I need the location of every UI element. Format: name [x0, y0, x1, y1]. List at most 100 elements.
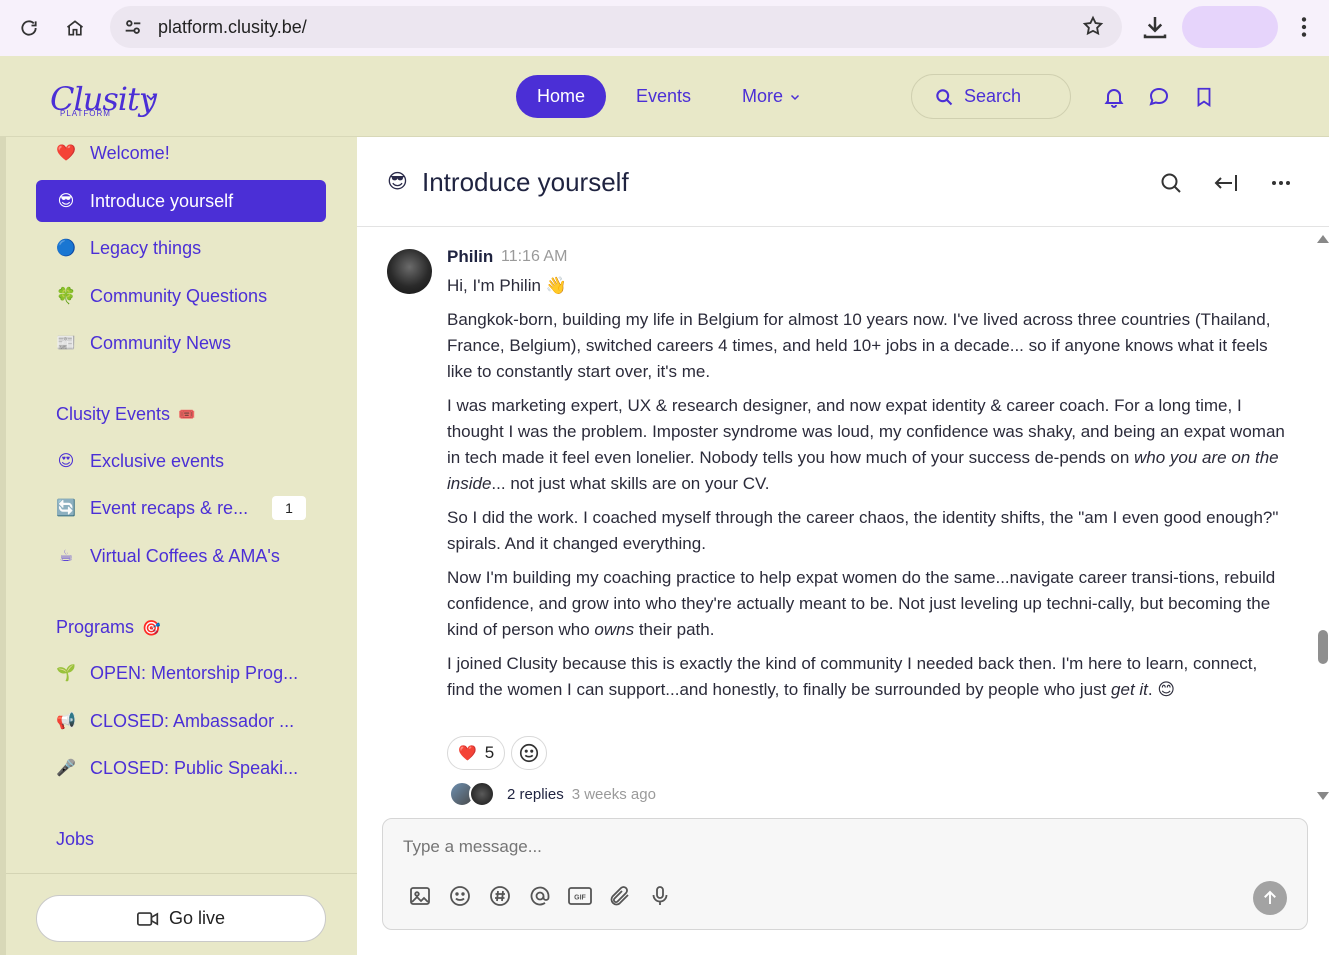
sidebar-item-community-questions[interactable]: 🍀 Community Questions — [36, 275, 326, 317]
reload-icon[interactable] — [12, 11, 46, 45]
sidebar-item-ambassador[interactable]: 📢 CLOSED: Ambassador ... — [36, 700, 326, 742]
go-live-button[interactable]: Go live — [36, 895, 326, 942]
blue-circle-icon: 🔵 — [56, 240, 76, 257]
heart-reaction-button[interactable]: ❤️ 5 — [447, 736, 506, 770]
newspaper-icon: 📰 — [56, 335, 76, 352]
paperclip-icon[interactable] — [607, 883, 633, 909]
url-text[interactable]: platform.clusity.be/ — [158, 17, 307, 38]
nav-home[interactable]: Home — [516, 75, 606, 118]
avatar — [469, 781, 495, 807]
gif-icon[interactable]: GIF — [567, 883, 593, 909]
heart-icon: ❤️ — [458, 745, 477, 762]
target-icon: 🎯 — [142, 619, 161, 637]
hashtag-icon[interactable] — [487, 883, 513, 909]
sidebar-item-event-recaps[interactable]: 🔄 Event recaps & re... 1 — [36, 487, 326, 529]
message-paragraph: I joined Clusity because this is exactly… — [447, 651, 1287, 703]
emoji-icon[interactable] — [447, 883, 473, 909]
arrow-up-icon — [1264, 890, 1276, 904]
section-heading: Clusity Events — [56, 404, 171, 424]
sidebar-item-virtual-coffees[interactable]: ☕ Virtual Coffees & AMA's — [36, 535, 326, 577]
download-icon[interactable] — [1140, 12, 1170, 42]
sidebar-item-mentorship[interactable]: 🌱 OPEN: Mentorship Prog... — [36, 652, 326, 694]
emphasis: get it — [1111, 680, 1148, 699]
reply-count[interactable]: 2 replies — [507, 786, 564, 803]
browser-toolbar: platform.clusity.be/ — [0, 0, 1329, 56]
text-span: . 😊 — [1147, 680, 1176, 699]
section-programs[interactable]: Programs 🎯 — [56, 617, 161, 638]
send-button[interactable] — [1253, 881, 1287, 915]
svg-text:GIF: GIF — [574, 895, 586, 902]
add-reaction-button[interactable] — [511, 736, 548, 770]
message: Philin 11:16 AM Hi, I'm Philin 👋 Bangkok… — [357, 227, 1329, 817]
message-greeting: Hi, I'm Philin 👋 — [447, 276, 567, 295]
bookmark-icon[interactable] — [1193, 85, 1215, 109]
message-timestamp: 11:16 AM — [501, 248, 568, 265]
mention-icon[interactable] — [527, 883, 553, 909]
text-span: their path. — [634, 620, 715, 639]
message-author[interactable]: Philin — [447, 247, 493, 267]
sunglasses-face-icon: 😎 — [57, 193, 75, 210]
search-icon — [936, 88, 953, 105]
composer-toolbar: GIF — [407, 883, 673, 909]
heart-icon: ❤️ — [56, 145, 76, 162]
sidebar-item-label: Legacy things — [90, 237, 202, 258]
sidebar-item-label: Community Questions — [90, 285, 268, 306]
coffee-icon: ☕ — [58, 548, 74, 565]
sidebar-item-label: Introduce yourself — [90, 190, 234, 211]
more-options-icon[interactable] — [1269, 171, 1293, 195]
bell-icon[interactable] — [1102, 85, 1126, 109]
nav-more[interactable]: More — [742, 86, 801, 107]
sidebar-item-label: Event recaps & re... — [90, 497, 249, 518]
nav-events[interactable]: Events — [636, 86, 691, 107]
avatar[interactable] — [387, 249, 432, 294]
address-bar[interactable]: platform.clusity.be/ — [110, 6, 1122, 48]
message-composer: GIF — [382, 818, 1308, 930]
channel-header: 😎 Introduce yourself — [357, 137, 1329, 227]
sidebar-item-exclusive-events[interactable]: 😍 Exclusive events — [36, 440, 326, 482]
video-camera-icon — [136, 911, 159, 926]
emphasis: owns — [594, 620, 635, 639]
scroll-up-arrow[interactable] — [1317, 235, 1329, 243]
unread-badge: 1 — [272, 496, 306, 520]
collapse-panel-icon[interactable] — [1213, 171, 1239, 195]
sidebar-item-label: Exclusive events — [90, 450, 225, 471]
reactions-bar: ❤️ 5 — [447, 736, 548, 770]
message-input[interactable] — [403, 835, 1263, 859]
sidebar-item-label: Welcome! — [90, 142, 170, 163]
bookmark-star-icon[interactable] — [1082, 15, 1104, 37]
section-heading: Programs — [56, 617, 135, 637]
sunglasses-face-icon: 😎 — [387, 171, 408, 193]
image-icon[interactable] — [407, 883, 433, 909]
home-icon[interactable] — [58, 11, 92, 45]
search-label: Search — [964, 86, 1022, 106]
section-heading: Jobs — [56, 829, 95, 849]
chat-icon[interactable] — [1147, 85, 1171, 109]
scroll-down-arrow[interactable] — [1317, 792, 1329, 800]
search-icon[interactable] — [1159, 171, 1183, 195]
scrollbar-thumb[interactable] — [1318, 630, 1328, 664]
section-jobs[interactable]: Jobs — [56, 829, 94, 850]
sidebar-item-label: OPEN: Mentorship Prog... — [90, 662, 299, 683]
megaphone-icon: 📢 — [56, 713, 76, 730]
divider — [6, 873, 357, 874]
sidebar-item-introduce-yourself[interactable]: 😎 Introduce yourself — [36, 180, 326, 222]
microphone-icon[interactable] — [647, 883, 673, 909]
sidebar-item-label: CLOSED: Ambassador ... — [90, 710, 295, 731]
message-paragraph: Bangkok-born, building my life in Belgiu… — [447, 310, 1271, 381]
message-body: Hi, I'm Philin 👋 Bangkok-born, building … — [447, 273, 1287, 711]
sidebar-item-public-speaking[interactable]: 🎤 CLOSED: Public Speaki... — [36, 747, 326, 789]
site-settings-icon[interactable] — [122, 16, 144, 38]
sidebar-item-legacy-things[interactable]: 🔵 Legacy things — [36, 227, 326, 269]
profile-chip[interactable] — [1182, 6, 1278, 48]
microphone-icon: 🎤 — [56, 760, 76, 777]
message-paragraph: Now I'm building my coaching practice to… — [447, 565, 1287, 643]
message-paragraph: So I did the work. I coached myself thro… — [447, 508, 1279, 553]
sidebar-item-community-news[interactable]: 📰 Community News — [36, 322, 326, 364]
chevron-down-icon[interactable] — [144, 90, 158, 104]
section-clusity-events[interactable]: Clusity Events 🎟️ — [56, 404, 195, 425]
thread-replies[interactable]: 2 replies 3 weeks ago — [449, 781, 656, 807]
message-paragraph: I was marketing expert, UX & research de… — [447, 393, 1287, 497]
search-button[interactable]: Search — [911, 74, 1071, 119]
sidebar-item-welcome[interactable]: ❤️ Welcome! — [36, 132, 326, 174]
browser-menu-icon[interactable] — [1296, 14, 1312, 40]
